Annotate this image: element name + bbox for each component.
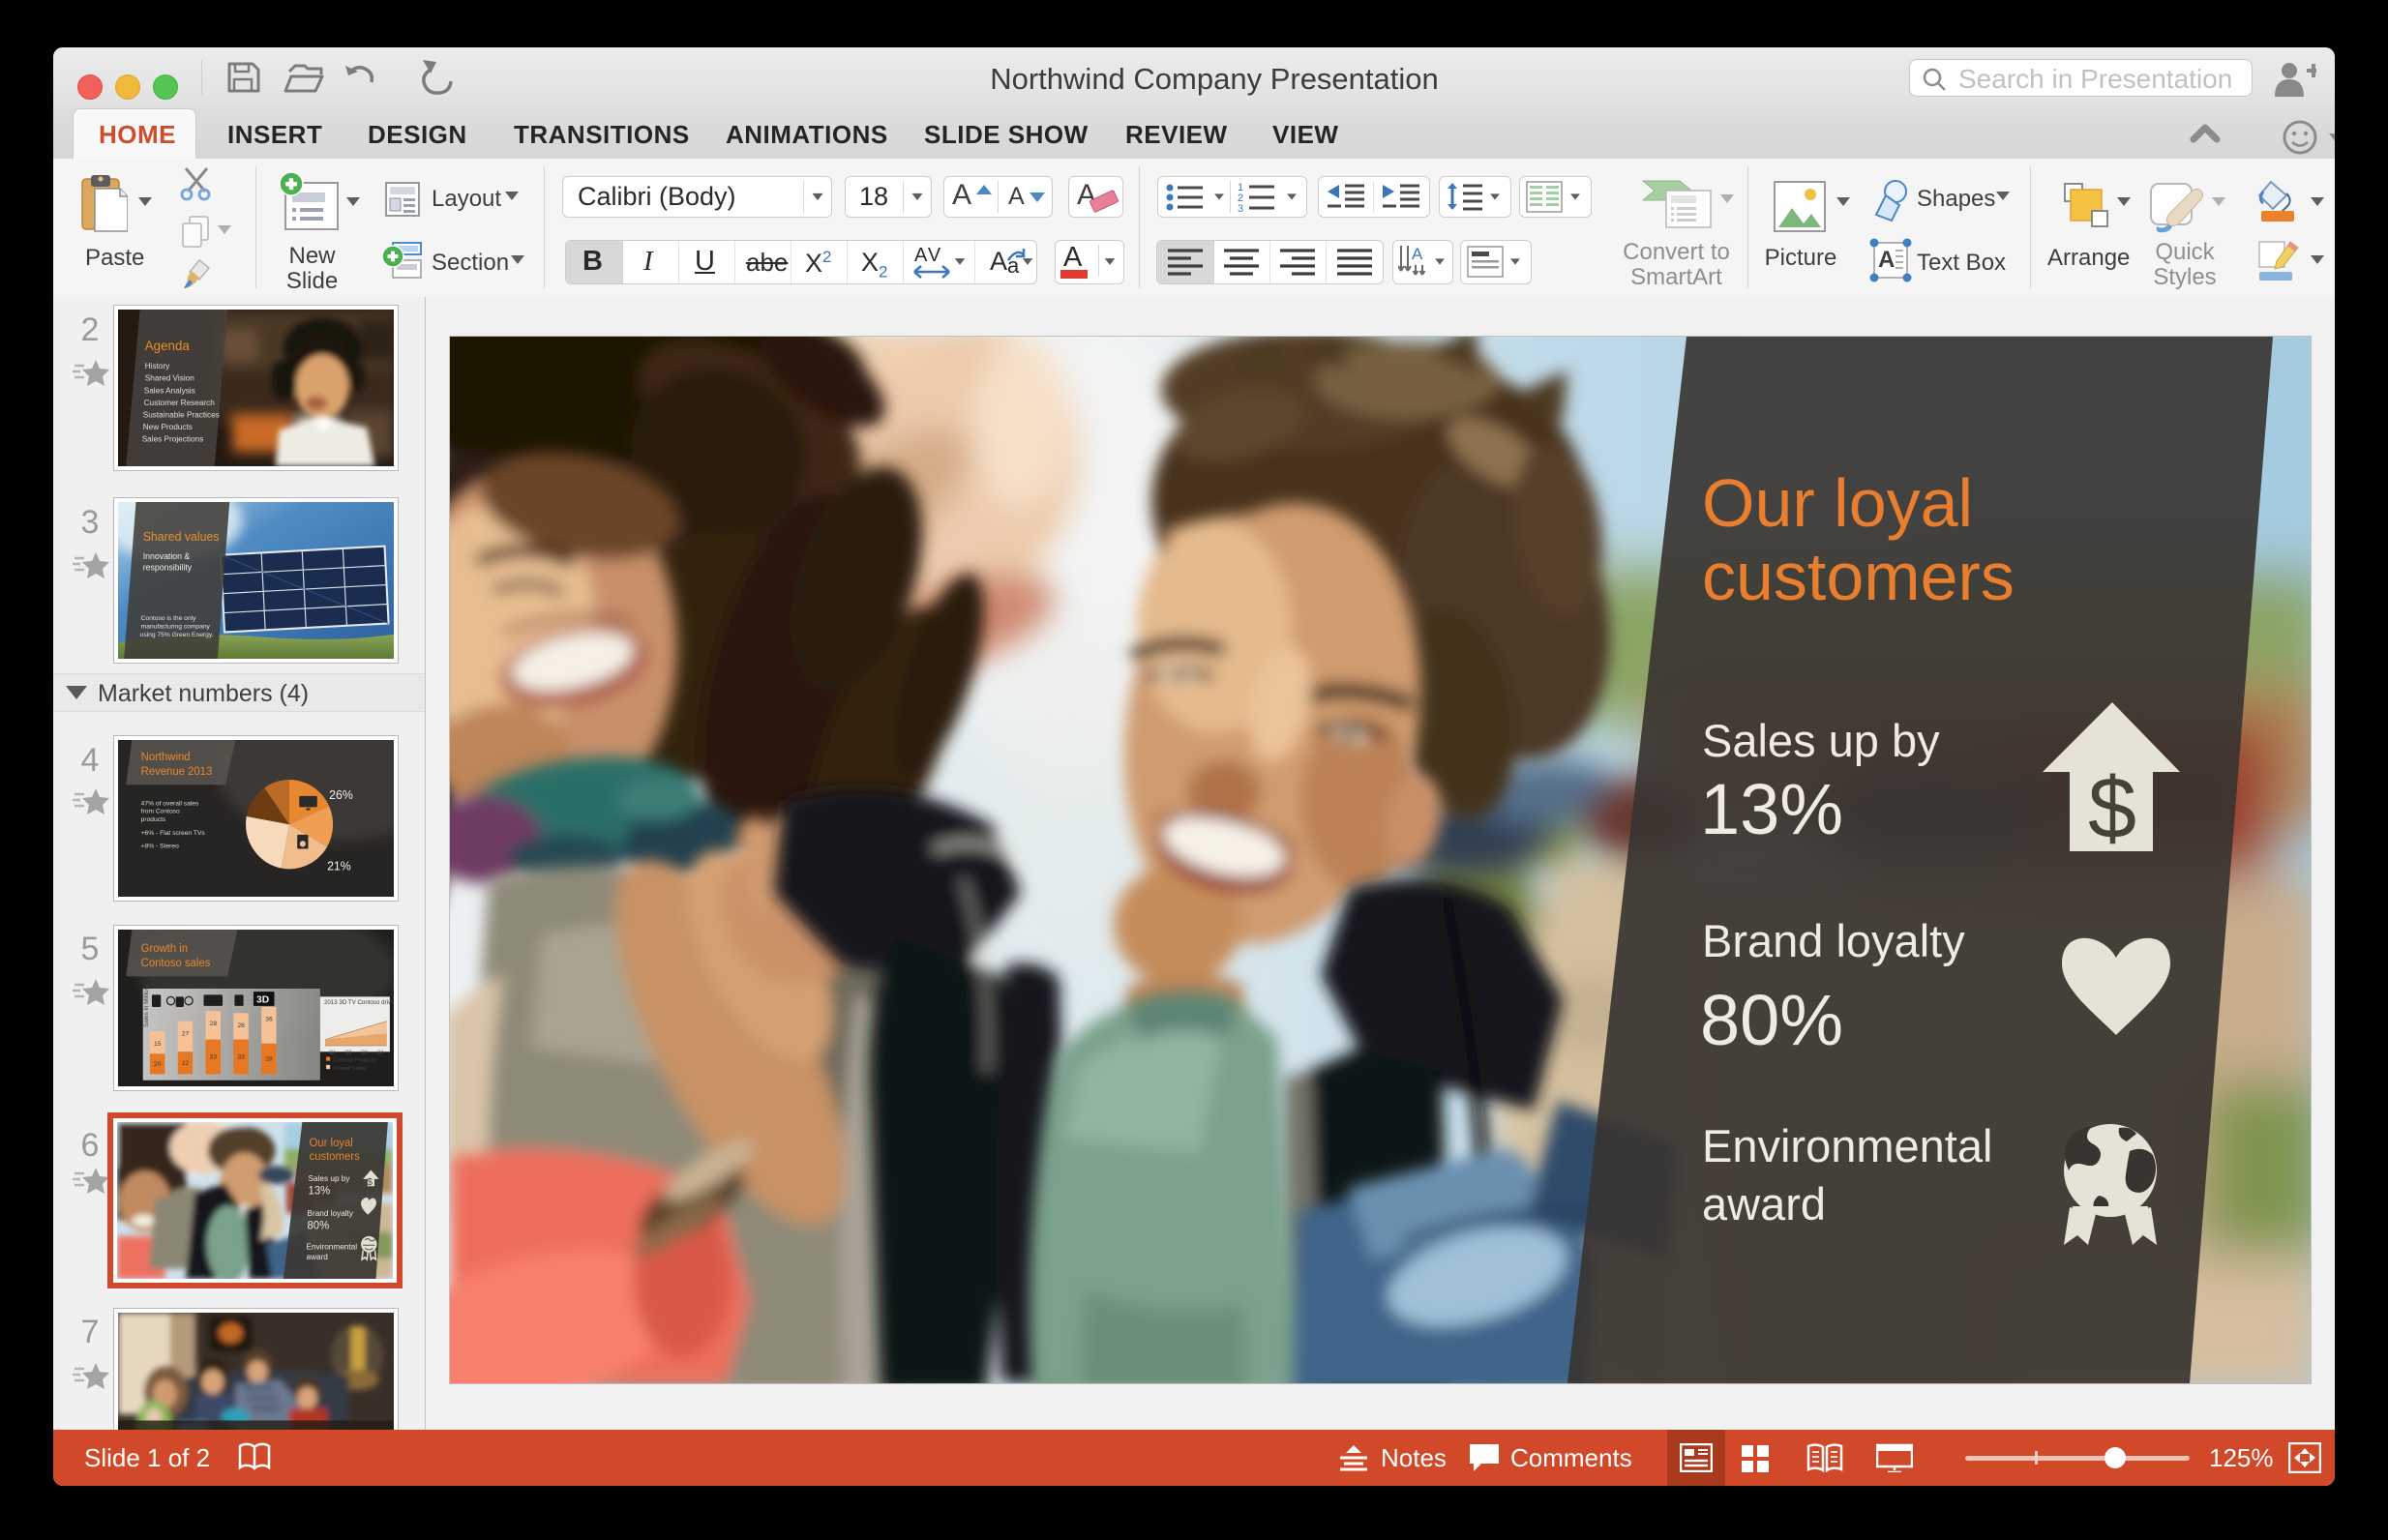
svg-text:13%: 13% xyxy=(309,1186,331,1198)
svg-text:Q2: Q2 xyxy=(345,1050,352,1055)
svg-text:customers: customers xyxy=(310,1151,360,1163)
svg-text:Our loyal: Our loyal xyxy=(1702,465,1973,541)
svg-text:Shared values: Shared values xyxy=(143,530,220,544)
svg-text:A: A xyxy=(1878,247,1895,273)
svg-text:26: 26 xyxy=(237,1022,245,1029)
svg-text:Sales up by: Sales up by xyxy=(309,1173,351,1183)
svg-text:award: award xyxy=(306,1252,328,1261)
svg-text:Contoso sales: Contoso sales xyxy=(141,958,211,969)
svg-text:2013 3D TV Contoso driven sale: 2013 3D TV Contoso driven sales xyxy=(324,999,394,1006)
svg-text:Environmental: Environmental xyxy=(1702,1120,1992,1171)
svg-text:Brand loyalty: Brand loyalty xyxy=(1702,915,1965,966)
svg-text:Shared Vision: Shared Vision xyxy=(145,373,194,383)
svg-text:products: products xyxy=(141,816,166,823)
svg-text:+8% - Stereo: +8% - Stereo xyxy=(141,843,179,849)
svg-text:$: $ xyxy=(2088,760,2136,857)
svg-text:20: 20 xyxy=(154,1061,162,1068)
svg-text:Northwind: Northwind xyxy=(141,752,191,763)
svg-text:3D: 3D xyxy=(256,995,270,1006)
svg-text:New Products: New Products xyxy=(143,422,193,431)
svg-text:Growth in: Growth in xyxy=(141,943,188,955)
svg-text:Agenda: Agenda xyxy=(145,339,191,353)
svg-text:manufacturing company: manufacturing company xyxy=(141,623,211,630)
svg-text:26%: 26% xyxy=(329,788,353,802)
svg-text:Contoso is the only: Contoso is the only xyxy=(141,615,196,622)
svg-text:36: 36 xyxy=(265,1017,273,1023)
svg-text:Customer Research: Customer Research xyxy=(144,398,215,407)
svg-text:from Contoso: from Contoso xyxy=(141,809,180,815)
svg-text:80%: 80% xyxy=(1700,980,1843,1060)
svg-text:Sales Projections: Sales Projections xyxy=(142,434,204,444)
svg-text:Sales in Millions: Sales in Millions xyxy=(143,984,150,1027)
svg-text:award: award xyxy=(1702,1178,1826,1229)
svg-text:Sales Analysis: Sales Analysis xyxy=(144,385,195,395)
svg-text:27: 27 xyxy=(182,1030,190,1037)
svg-text:28: 28 xyxy=(265,1056,273,1063)
svg-text:Innovation &: Innovation & xyxy=(143,551,191,561)
svg-text:Revenue 2013: Revenue 2013 xyxy=(141,766,213,778)
svg-text:responsibility: responsibility xyxy=(143,562,193,572)
svg-text:28: 28 xyxy=(210,1021,218,1027)
svg-text:using 75% Green Energy.: using 75% Green Energy. xyxy=(140,632,214,638)
svg-text:80%: 80% xyxy=(308,1220,330,1231)
svg-text:Overall Sales: Overall Sales xyxy=(333,1066,366,1072)
svg-text:Sales up by: Sales up by xyxy=(1702,715,1940,766)
svg-text:+6% - Flat screen TVs: +6% - Flat screen TVs xyxy=(141,830,206,837)
svg-text:47% of overall sales: 47% of overall sales xyxy=(141,800,199,807)
svg-text:Environmental: Environmental xyxy=(306,1241,357,1251)
svg-text:15: 15 xyxy=(154,1041,162,1048)
svg-text:Q3: Q3 xyxy=(361,1050,368,1055)
svg-text:Q4: Q4 xyxy=(377,1050,384,1055)
svg-text:3: 3 xyxy=(1238,203,1243,212)
svg-text:Our loyal: Our loyal xyxy=(310,1138,353,1149)
svg-text:21%: 21% xyxy=(327,860,351,874)
svg-text:A: A xyxy=(1412,246,1423,263)
svg-text:Sustainable Practices: Sustainable Practices xyxy=(143,409,220,419)
svg-text:Contoso Products: Contoso Products xyxy=(333,1058,376,1064)
svg-text:customers: customers xyxy=(1702,539,2015,614)
svg-text:33: 33 xyxy=(210,1054,218,1061)
svg-text:$: $ xyxy=(367,1177,373,1188)
svg-text:Brand loyalty: Brand loyalty xyxy=(308,1208,354,1218)
svg-text:22: 22 xyxy=(182,1060,190,1067)
svg-text:Q1: Q1 xyxy=(329,1050,336,1055)
svg-text:13%: 13% xyxy=(1700,769,1843,849)
svg-text:33: 33 xyxy=(237,1054,245,1061)
svg-text:History: History xyxy=(145,361,170,370)
